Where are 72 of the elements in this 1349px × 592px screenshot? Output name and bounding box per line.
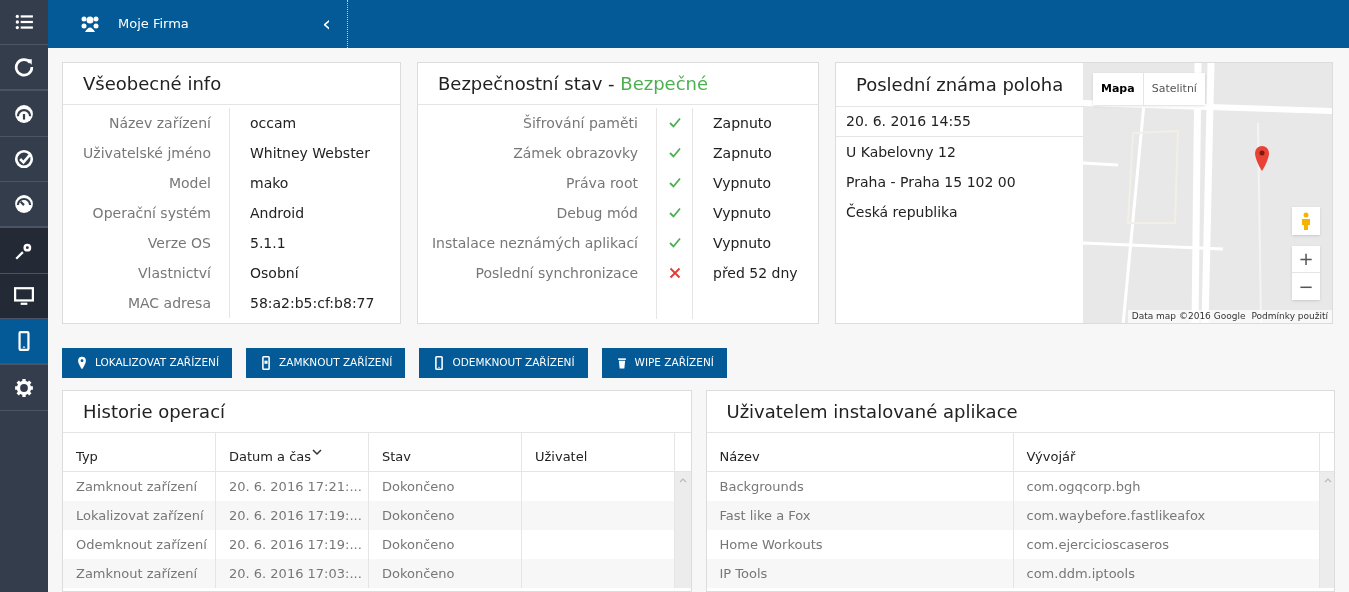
field-value: Vypnuto: [712, 203, 772, 223]
field-label: Verze OS: [63, 228, 230, 258]
address-line: Česká republika: [846, 202, 959, 222]
table-cell: 20. 6. 2016 17:03:...: [216, 559, 369, 588]
field-value: occam: [249, 113, 297, 133]
field-label: Operační systém: [63, 198, 230, 228]
terms-link[interactable]: Podmínky použití: [1251, 309, 1328, 323]
collapse-button[interactable]: ‹: [322, 13, 331, 35]
sidebar-item[interactable]: [0, 274, 48, 319]
field-label: Vlastnictví: [63, 258, 230, 288]
card-title: Všeobecné info: [63, 63, 400, 105]
monitor-icon: [14, 286, 34, 306]
check-circle-icon: [14, 149, 34, 169]
scrollbar[interactable]: [675, 472, 691, 588]
field-value: před 52 dny: [712, 263, 798, 283]
address-line: U Kabelovny 12: [846, 143, 957, 162]
gauge-icon: [14, 194, 34, 214]
map-type-tab[interactable]: Mapa: [1093, 73, 1143, 105]
map-attribution: Data map ©2016 Google: [1131, 309, 1246, 323]
column-header[interactable]: Datum a čas: [216, 433, 369, 471]
gauge-icon: [14, 104, 34, 124]
action-button[interactable]: ZAMKNOUT ZAŘÍZENÍ: [246, 348, 406, 378]
card-title: Uživatelem instalované aplikace: [706, 391, 1334, 433]
pin-icon: [75, 356, 89, 370]
field-value: mako: [249, 173, 289, 193]
field-label: Zámek obrazovky: [418, 138, 657, 168]
field-label: MAC adresa: [63, 288, 230, 318]
tools-icon: [14, 241, 34, 261]
table-cell: com.ddm.iptools: [1013, 559, 1320, 588]
action-button[interactable]: ODEMKNOUT ZAŘÍZENÍ: [419, 348, 588, 378]
people-icon: [80, 15, 100, 33]
field-value: Whitney Webster: [249, 143, 370, 163]
figure-icon: [1301, 212, 1311, 230]
field-label: Šifrování paměti: [418, 108, 657, 138]
field-value: 5.1.1: [249, 233, 286, 253]
address-line: Praha - Praha 15 102 00: [846, 173, 1017, 192]
company-name: Moje Firma: [118, 15, 189, 34]
field-value: 58:a2:b5:cf:b8:77: [249, 293, 375, 313]
field-value: Android: [249, 203, 305, 223]
field-label: Práva root: [418, 168, 657, 198]
zoom-out-button[interactable]: −: [1292, 273, 1320, 300]
menu-icon: [14, 12, 34, 32]
field-value: Zapnuto: [712, 113, 772, 133]
sidebar-item[interactable]: [0, 319, 48, 364]
field-value: Vypnuto: [712, 233, 772, 253]
column-header[interactable]: Typ: [63, 433, 216, 471]
settings-icon: [14, 378, 34, 398]
field-label: Uživatelské jméno: [63, 138, 230, 168]
column-header[interactable]: Název: [706, 433, 1014, 471]
field-label: Model: [63, 168, 230, 198]
card-title: Historie operací: [63, 391, 691, 433]
column-header[interactable]: Vývojář: [1013, 433, 1320, 471]
field-label: Název zařízení: [63, 108, 230, 138]
action-button[interactable]: WIPE ZAŘÍZENÍ: [601, 348, 727, 378]
field-label: Instalace neznámých aplikací: [418, 228, 657, 258]
column-header[interactable]: Uživatel: [522, 433, 675, 471]
sidebar-item[interactable]: [0, 229, 48, 274]
map-type-tab[interactable]: Satelitní: [1142, 73, 1205, 105]
field-label: Poslední synchronizace: [418, 258, 657, 288]
security-status: Bezpečné: [620, 72, 709, 96]
column-header[interactable]: Stav: [369, 433, 522, 471]
refresh-icon: [14, 57, 34, 77]
action-button[interactable]: LOKALIZOVAT ZAŘÍZENÍ: [62, 348, 233, 378]
table-cell: IP Tools: [706, 559, 1014, 588]
field-label: Debug mód: [418, 198, 657, 228]
table-cell: Dokončeno: [369, 559, 522, 588]
card-title: Bezpečnostní stav -: [438, 72, 616, 96]
field-value: Osobní: [249, 263, 299, 283]
field-value: Zapnuto: [712, 143, 772, 163]
field-value: Vypnuto: [712, 173, 772, 193]
zoom-in-button[interactable]: +: [1292, 246, 1320, 273]
table-cell: Zamknout zařízení: [63, 559, 216, 588]
